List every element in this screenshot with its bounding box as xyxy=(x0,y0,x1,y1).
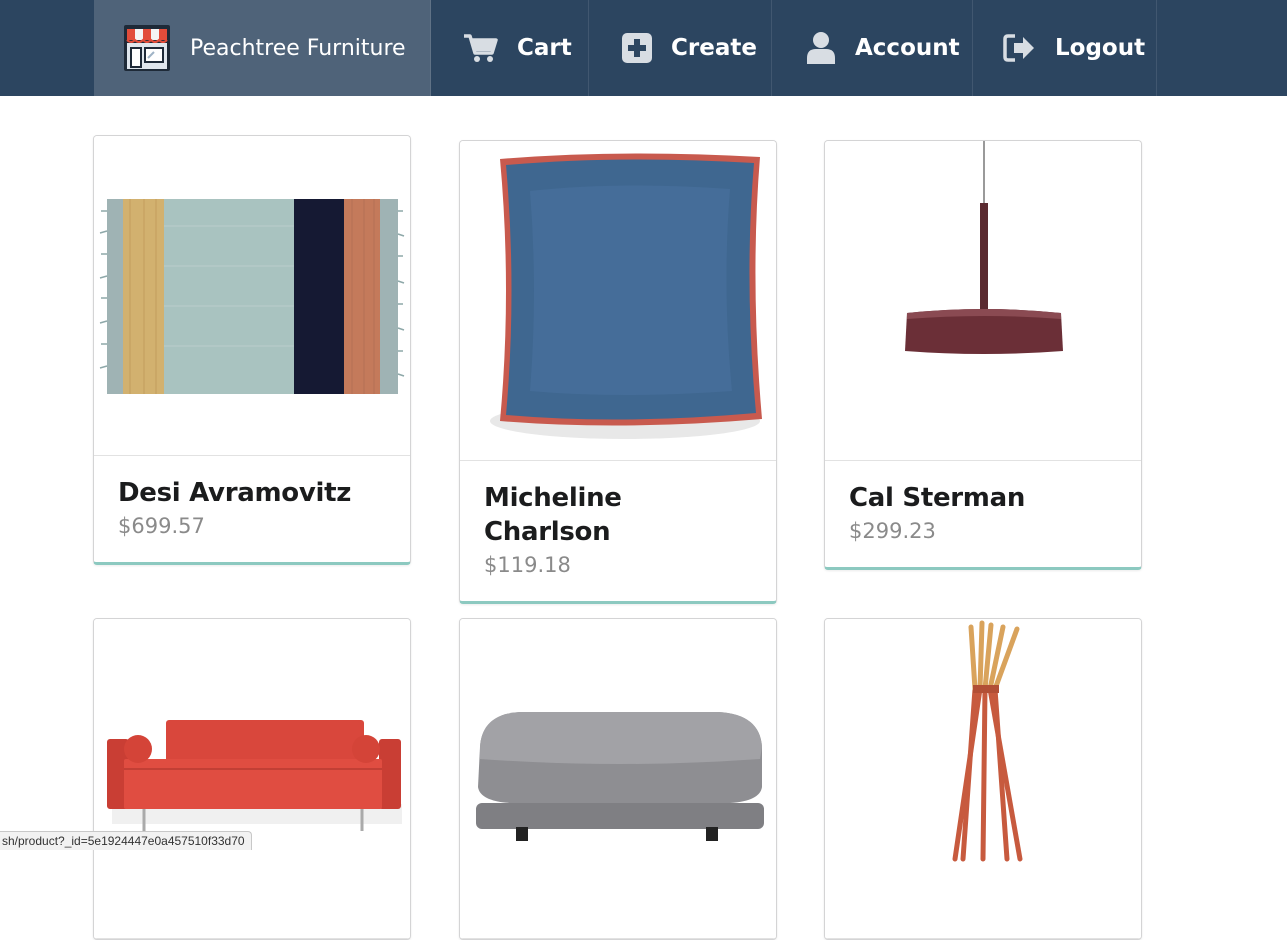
nav-create-label: Create xyxy=(671,35,757,61)
top-navbar: Peachtree Furniture Cart Create xyxy=(0,0,1287,96)
card-content: Desi Avramovitz $699.57 xyxy=(94,456,410,562)
product-card[interactable] xyxy=(824,618,1142,940)
product-card[interactable]: Desi Avramovitz $699.57 xyxy=(93,135,411,565)
nav-account-label: Account xyxy=(855,35,960,61)
product-card[interactable] xyxy=(459,618,777,940)
product-price: $299.23 xyxy=(849,519,1117,543)
brand-link[interactable]: Peachtree Furniture xyxy=(94,0,431,96)
cart-icon xyxy=(463,32,499,64)
product-image-ottoman[interactable] xyxy=(460,619,776,939)
product-name[interactable]: Micheline Charlson xyxy=(484,481,752,549)
product-image-coat-rack[interactable] xyxy=(825,619,1141,939)
card-content: Cal Sterman $299.23 xyxy=(825,461,1141,567)
card-content: Micheline Charlson $119.18 xyxy=(460,461,776,601)
nav-logout-label: Logout xyxy=(1055,35,1145,61)
plus-square-icon xyxy=(621,32,653,64)
store-icon xyxy=(122,23,172,73)
product-name[interactable]: Cal Sterman xyxy=(849,481,1117,515)
product-image-pillow[interactable] xyxy=(460,141,776,461)
brand-label: Peachtree Furniture xyxy=(190,36,406,61)
product-image-rug[interactable] xyxy=(94,136,410,456)
product-image-sofa[interactable] xyxy=(94,619,410,939)
product-price: $699.57 xyxy=(118,514,386,538)
status-bar-url: sh/product?_id=5e1924447e0a457510f33d70 xyxy=(0,831,252,850)
product-card[interactable] xyxy=(93,618,411,940)
product-card[interactable]: Cal Sterman $299.23 xyxy=(824,140,1142,570)
product-card[interactable]: Micheline Charlson $119.18 xyxy=(459,140,777,604)
nav-cart[interactable]: Cart xyxy=(431,0,589,96)
nav-cart-label: Cart xyxy=(517,35,572,61)
nav-logout[interactable]: Logout xyxy=(973,0,1157,96)
nav-create[interactable]: Create xyxy=(589,0,772,96)
product-name[interactable]: Desi Avramovitz xyxy=(118,476,386,510)
product-image-lamp[interactable] xyxy=(825,141,1141,461)
product-price: $119.18 xyxy=(484,553,752,577)
nav-account[interactable]: Account xyxy=(772,0,973,96)
sign-out-icon xyxy=(1003,33,1037,63)
user-icon xyxy=(805,31,837,65)
